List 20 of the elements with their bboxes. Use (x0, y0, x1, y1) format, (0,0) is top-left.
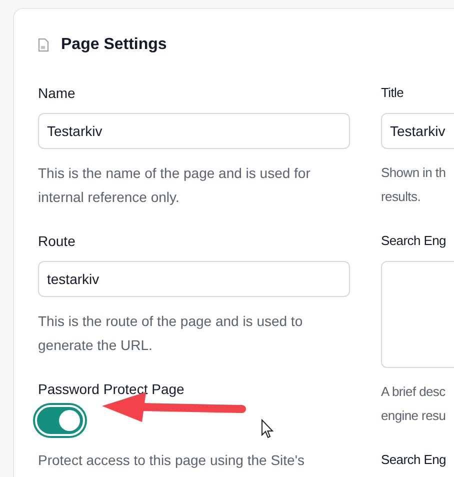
panel-title: Page Settings (61, 36, 167, 54)
field-label: Route (38, 232, 76, 251)
help-text: Protect access to this page using the Site's (38, 451, 306, 470)
help-text: A brief desc (381, 383, 446, 401)
field-label: Search Eng (381, 451, 447, 469)
toggle-switch[interactable] (35, 405, 85, 436)
document-icon (38, 38, 49, 52)
mouse-pointer-icon (261, 419, 274, 439)
text-field[interactable]: testarkiv (38, 261, 350, 297)
help-text: engine resu (381, 407, 447, 425)
text-field[interactable]: Testarkiv (38, 113, 350, 149)
help-text: Shown in th (381, 164, 447, 182)
field-label: Password Protect Page (38, 380, 186, 399)
text-field[interactable]: Testarkiv (381, 113, 454, 149)
help-text: results. (381, 188, 422, 206)
field-label: Search Eng (381, 232, 447, 250)
help-text: This is the route of the page and is used to generate the URL. (38, 312, 304, 355)
field-label: Name (38, 84, 76, 103)
field-label: Title (381, 84, 405, 102)
help-text: This is the name of the page and is used for internal reference only. (38, 164, 312, 207)
